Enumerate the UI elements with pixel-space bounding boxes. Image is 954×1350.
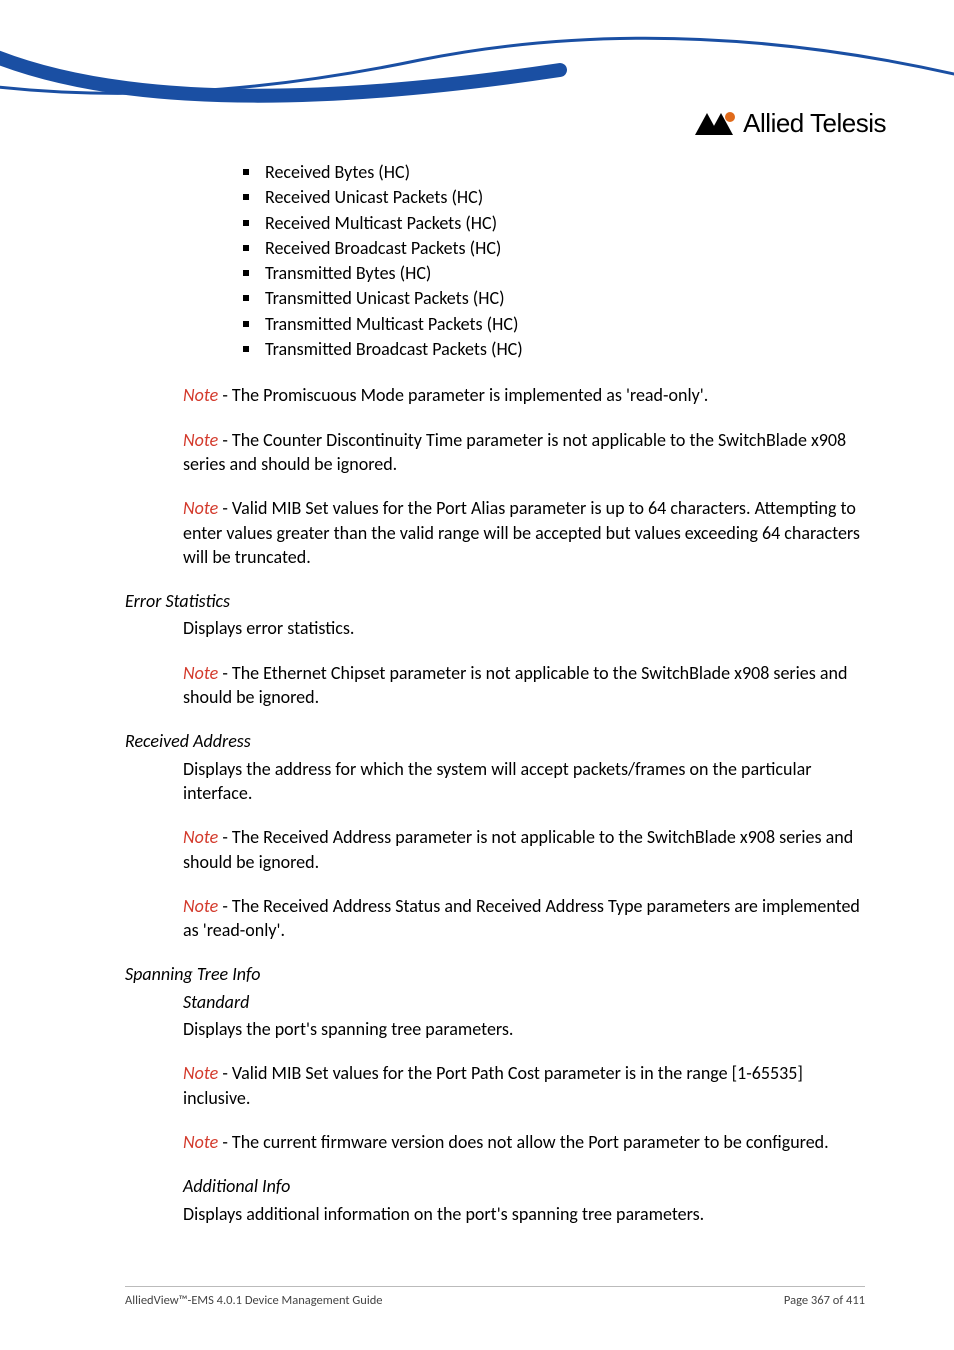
list-item: Received Multicast Packets (HC) — [243, 211, 865, 235]
body-text: Displays error statistics. — [183, 616, 865, 640]
note-paragraph: Note - The Received Address parameter is… — [183, 825, 865, 874]
footer-right: Page 367 of 411 — [784, 1293, 865, 1308]
note-label: Note — [183, 826, 218, 848]
note-paragraph: Note - Valid MIB Set values for the Port… — [183, 496, 865, 569]
section-heading-error-statistics: Error Statistics — [125, 589, 865, 613]
note-text: - The Counter Discontinuity Time paramet… — [183, 429, 846, 475]
note-label: Note — [183, 1062, 218, 1084]
section-heading-received-address: Received Address — [125, 729, 865, 753]
note-label: Note — [183, 429, 218, 451]
bullet-icon — [243, 321, 249, 327]
subsection-heading-standard: Standard — [183, 990, 865, 1014]
note-paragraph: Note - The Ethernet Chipset parameter is… — [183, 661, 865, 710]
list-item: Received Unicast Packets (HC) — [243, 185, 865, 209]
brand-logo: Allied Telesis — [691, 108, 886, 139]
list-item: Received Broadcast Packets (HC) — [243, 236, 865, 260]
bullet-icon — [243, 245, 249, 251]
note-text: - Valid MIB Set values for the Port Path… — [183, 1062, 803, 1108]
note-label: Note — [183, 662, 218, 684]
body-text: Displays the port's spanning tree parame… — [183, 1017, 865, 1041]
list-item-text: Received Broadcast Packets (HC) — [265, 236, 501, 260]
note-text: - The Promiscuous Mode parameter is impl… — [218, 384, 708, 406]
list-item: Transmitted Unicast Packets (HC) — [243, 286, 865, 310]
note-text: - The Received Address parameter is not … — [183, 826, 853, 872]
list-item-text: Transmitted Bytes (HC) — [265, 261, 431, 285]
body-text: Displays additional information on the p… — [183, 1202, 865, 1226]
note-paragraph: Note - The Received Address Status and R… — [183, 894, 865, 943]
note-paragraph: Note - The current firmware version does… — [183, 1130, 865, 1154]
note-paragraph: Note - Valid MIB Set values for the Port… — [183, 1061, 865, 1110]
note-paragraph: Note - The Counter Discontinuity Time pa… — [183, 428, 865, 477]
bullet-icon — [243, 295, 249, 301]
list-item-text: Transmitted Unicast Packets (HC) — [265, 286, 505, 310]
note-label: Note — [183, 384, 218, 406]
bullet-icon — [243, 169, 249, 175]
bullet-list: Received Bytes (HC) Received Unicast Pac… — [243, 160, 865, 361]
note-text: - Valid MIB Set values for the Port Alia… — [183, 497, 860, 568]
note-paragraph: Note - The Promiscuous Mode parameter is… — [183, 383, 865, 407]
bullet-icon — [243, 220, 249, 226]
note-label: Note — [183, 497, 218, 519]
page-content: Received Bytes (HC) Received Unicast Pac… — [125, 160, 865, 1246]
list-item-text: Received Multicast Packets (HC) — [265, 211, 497, 235]
page-footer: AlliedView™-EMS 4.0.1 Device Management … — [125, 1286, 865, 1308]
logo-text: Allied Telesis — [743, 108, 886, 139]
note-label: Note — [183, 895, 218, 917]
footer-left: AlliedView™-EMS 4.0.1 Device Management … — [125, 1293, 383, 1308]
list-item-text: Transmitted Broadcast Packets (HC) — [265, 337, 523, 361]
bullet-icon — [243, 194, 249, 200]
note-text: - The Received Address Status and Receiv… — [183, 895, 860, 941]
bullet-icon — [243, 346, 249, 352]
list-item-text: Received Bytes (HC) — [265, 160, 410, 184]
bullet-icon — [243, 270, 249, 276]
list-item: Transmitted Broadcast Packets (HC) — [243, 337, 865, 361]
logo-mark-icon — [691, 111, 737, 137]
note-label: Note — [183, 1131, 218, 1153]
note-text: - The current firmware version does not … — [218, 1131, 828, 1153]
list-item-text: Transmitted Multicast Packets (HC) — [265, 312, 518, 336]
subsection-heading-additional-info: Additional Info — [183, 1174, 865, 1198]
list-item: Transmitted Multicast Packets (HC) — [243, 312, 865, 336]
section-heading-spanning-tree: Spanning Tree Info — [125, 962, 865, 986]
note-text: - The Ethernet Chipset parameter is not … — [183, 662, 847, 708]
body-text: Displays the address for which the syste… — [183, 757, 865, 806]
list-item: Received Bytes (HC) — [243, 160, 865, 184]
list-item-text: Received Unicast Packets (HC) — [265, 185, 483, 209]
list-item: Transmitted Bytes (HC) — [243, 261, 865, 285]
